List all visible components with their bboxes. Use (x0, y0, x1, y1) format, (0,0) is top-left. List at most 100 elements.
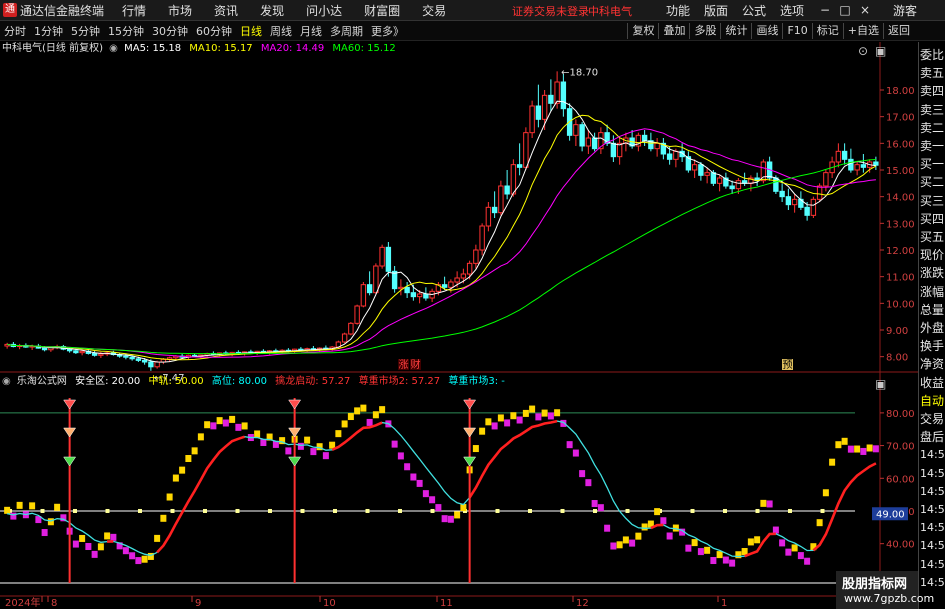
indicator-block[interactable] (572, 449, 579, 457)
indicator-block[interactable] (504, 419, 511, 427)
indicator-block[interactable] (760, 499, 767, 507)
indicator-block[interactable] (685, 544, 692, 552)
candle-body[interactable] (710, 172, 717, 184)
indicator-block[interactable] (85, 543, 92, 551)
candle-body[interactable] (716, 177, 723, 184)
indicator-block[interactable] (660, 517, 667, 525)
period-5min[interactable]: 5分钟 (67, 23, 104, 39)
menu-function[interactable]: 功能 (666, 2, 690, 19)
indicator-block[interactable] (122, 547, 129, 555)
chart-canvas[interactable]: ←18.70←7.47涨财预 8.009.0010.0011.0012.0013… (0, 0, 945, 609)
candle-body[interactable] (541, 94, 548, 120)
menu-markets[interactable]: 市场 (168, 2, 192, 19)
indicator-block[interactable] (166, 493, 173, 501)
indicator-block[interactable] (604, 524, 611, 532)
candle-body[interactable] (548, 94, 554, 104)
menu-news[interactable]: 资讯 (214, 2, 238, 19)
sidebar-item[interactable]: 盘后 (920, 428, 945, 446)
tool-draw[interactable]: 画线 (751, 23, 782, 39)
candle-body[interactable] (466, 262, 473, 275)
indicator-block[interactable] (610, 542, 617, 550)
candle-body[interactable] (41, 347, 48, 351)
sidebar-item[interactable]: 交易 (920, 410, 945, 428)
indicator-block[interactable] (29, 502, 36, 510)
sidebar-item[interactable]: 买四 (920, 210, 945, 228)
candle-body[interactable] (398, 286, 404, 290)
indicator-block[interactable] (79, 534, 86, 542)
candle-body[interactable] (410, 292, 417, 298)
candle-body[interactable] (373, 265, 379, 294)
candle-body[interactable] (485, 206, 492, 227)
candle-body[interactable] (523, 132, 529, 168)
indicator-block[interactable] (391, 440, 398, 448)
period-monthly[interactable]: 月线 (296, 23, 326, 39)
sidebar-item[interactable]: 卖四 (920, 82, 945, 100)
indicator-block[interactable] (341, 420, 348, 428)
candle-body[interactable] (529, 105, 535, 134)
candle-body[interactable] (579, 124, 585, 147)
sidebar-item[interactable]: 净资 (920, 355, 945, 373)
indicator-block[interactable] (779, 539, 786, 547)
minimize-icon[interactable]: − (818, 3, 832, 17)
candle-body[interactable] (610, 142, 617, 158)
candle-body[interactable] (354, 305, 360, 324)
period-1min[interactable]: 1分钟 (30, 23, 67, 39)
menu-layout[interactable]: 版面 (704, 2, 728, 19)
indicator-chart[interactable] (0, 398, 879, 584)
indicator-block[interactable] (591, 500, 598, 508)
indicator-block[interactable] (747, 538, 754, 546)
period-60min[interactable]: 60分钟 (192, 23, 236, 39)
menu-discover[interactable]: 发现 (260, 2, 284, 19)
expand-icon[interactable]: ▣ (875, 44, 886, 58)
indicator-block[interactable] (197, 433, 204, 441)
candle-body[interactable] (129, 356, 135, 360)
sidebar-item[interactable]: 14:56 (920, 537, 945, 555)
sidebar-item[interactable]: 涨幅 (920, 283, 945, 301)
menu-options[interactable]: 选项 (780, 2, 804, 19)
indicator-block[interactable] (210, 422, 217, 430)
indicator-block[interactable] (422, 490, 429, 498)
candle-body[interactable] (404, 286, 410, 294)
sidebar-item[interactable]: 买三 (920, 192, 945, 210)
indicator-block[interactable] (41, 529, 48, 537)
candle-body[interactable] (98, 353, 104, 356)
indicator-block[interactable] (860, 447, 867, 455)
indicator-block[interactable] (516, 416, 523, 424)
candle-body[interactable] (854, 164, 860, 171)
indicator-block[interactable] (297, 442, 304, 450)
indicator-block[interactable] (241, 422, 248, 430)
indicator-block[interactable] (766, 500, 773, 508)
tool-f10[interactable]: F10 (782, 23, 811, 39)
tool-adjust[interactable]: 复权 (627, 23, 658, 39)
sidebar-item[interactable]: 买一 (920, 155, 945, 173)
indicator-block[interactable] (579, 470, 586, 478)
indicator-block[interactable] (641, 523, 648, 531)
candle-body[interactable] (391, 270, 398, 290)
candle-body[interactable] (779, 190, 785, 198)
indicator-block[interactable] (254, 430, 261, 438)
indicator-block[interactable] (347, 413, 354, 421)
close-icon[interactable]: × (858, 3, 872, 17)
candle-body[interactable] (591, 137, 598, 150)
period-15min[interactable]: 15分钟 (104, 23, 148, 39)
candle-body[interactable] (785, 196, 792, 206)
candle-body[interactable] (510, 164, 517, 195)
guest-label[interactable]: 游客 (893, 2, 917, 19)
indicator-block[interactable] (435, 504, 442, 512)
menu-ask[interactable]: 问小达 (306, 2, 342, 19)
candle-body[interactable] (691, 164, 698, 171)
sidebar-item[interactable]: 卖二 (920, 119, 945, 137)
indicator-block[interactable] (697, 548, 704, 556)
indicator-block[interactable] (379, 406, 386, 414)
candle-body[interactable] (835, 150, 842, 163)
sidebar-item[interactable]: 14:56 (920, 519, 945, 537)
indicator-block[interactable] (835, 441, 842, 449)
candle-body[interactable] (498, 185, 504, 214)
indicator-block[interactable] (104, 532, 111, 540)
indicator-block[interactable] (304, 436, 311, 444)
sub-panel-menu-icon[interactable]: ▣ (875, 377, 886, 391)
period-30min[interactable]: 30分钟 (148, 23, 192, 39)
candle-body[interactable] (810, 198, 817, 216)
candle-body[interactable] (360, 284, 367, 307)
indicator-block[interactable] (710, 557, 717, 565)
